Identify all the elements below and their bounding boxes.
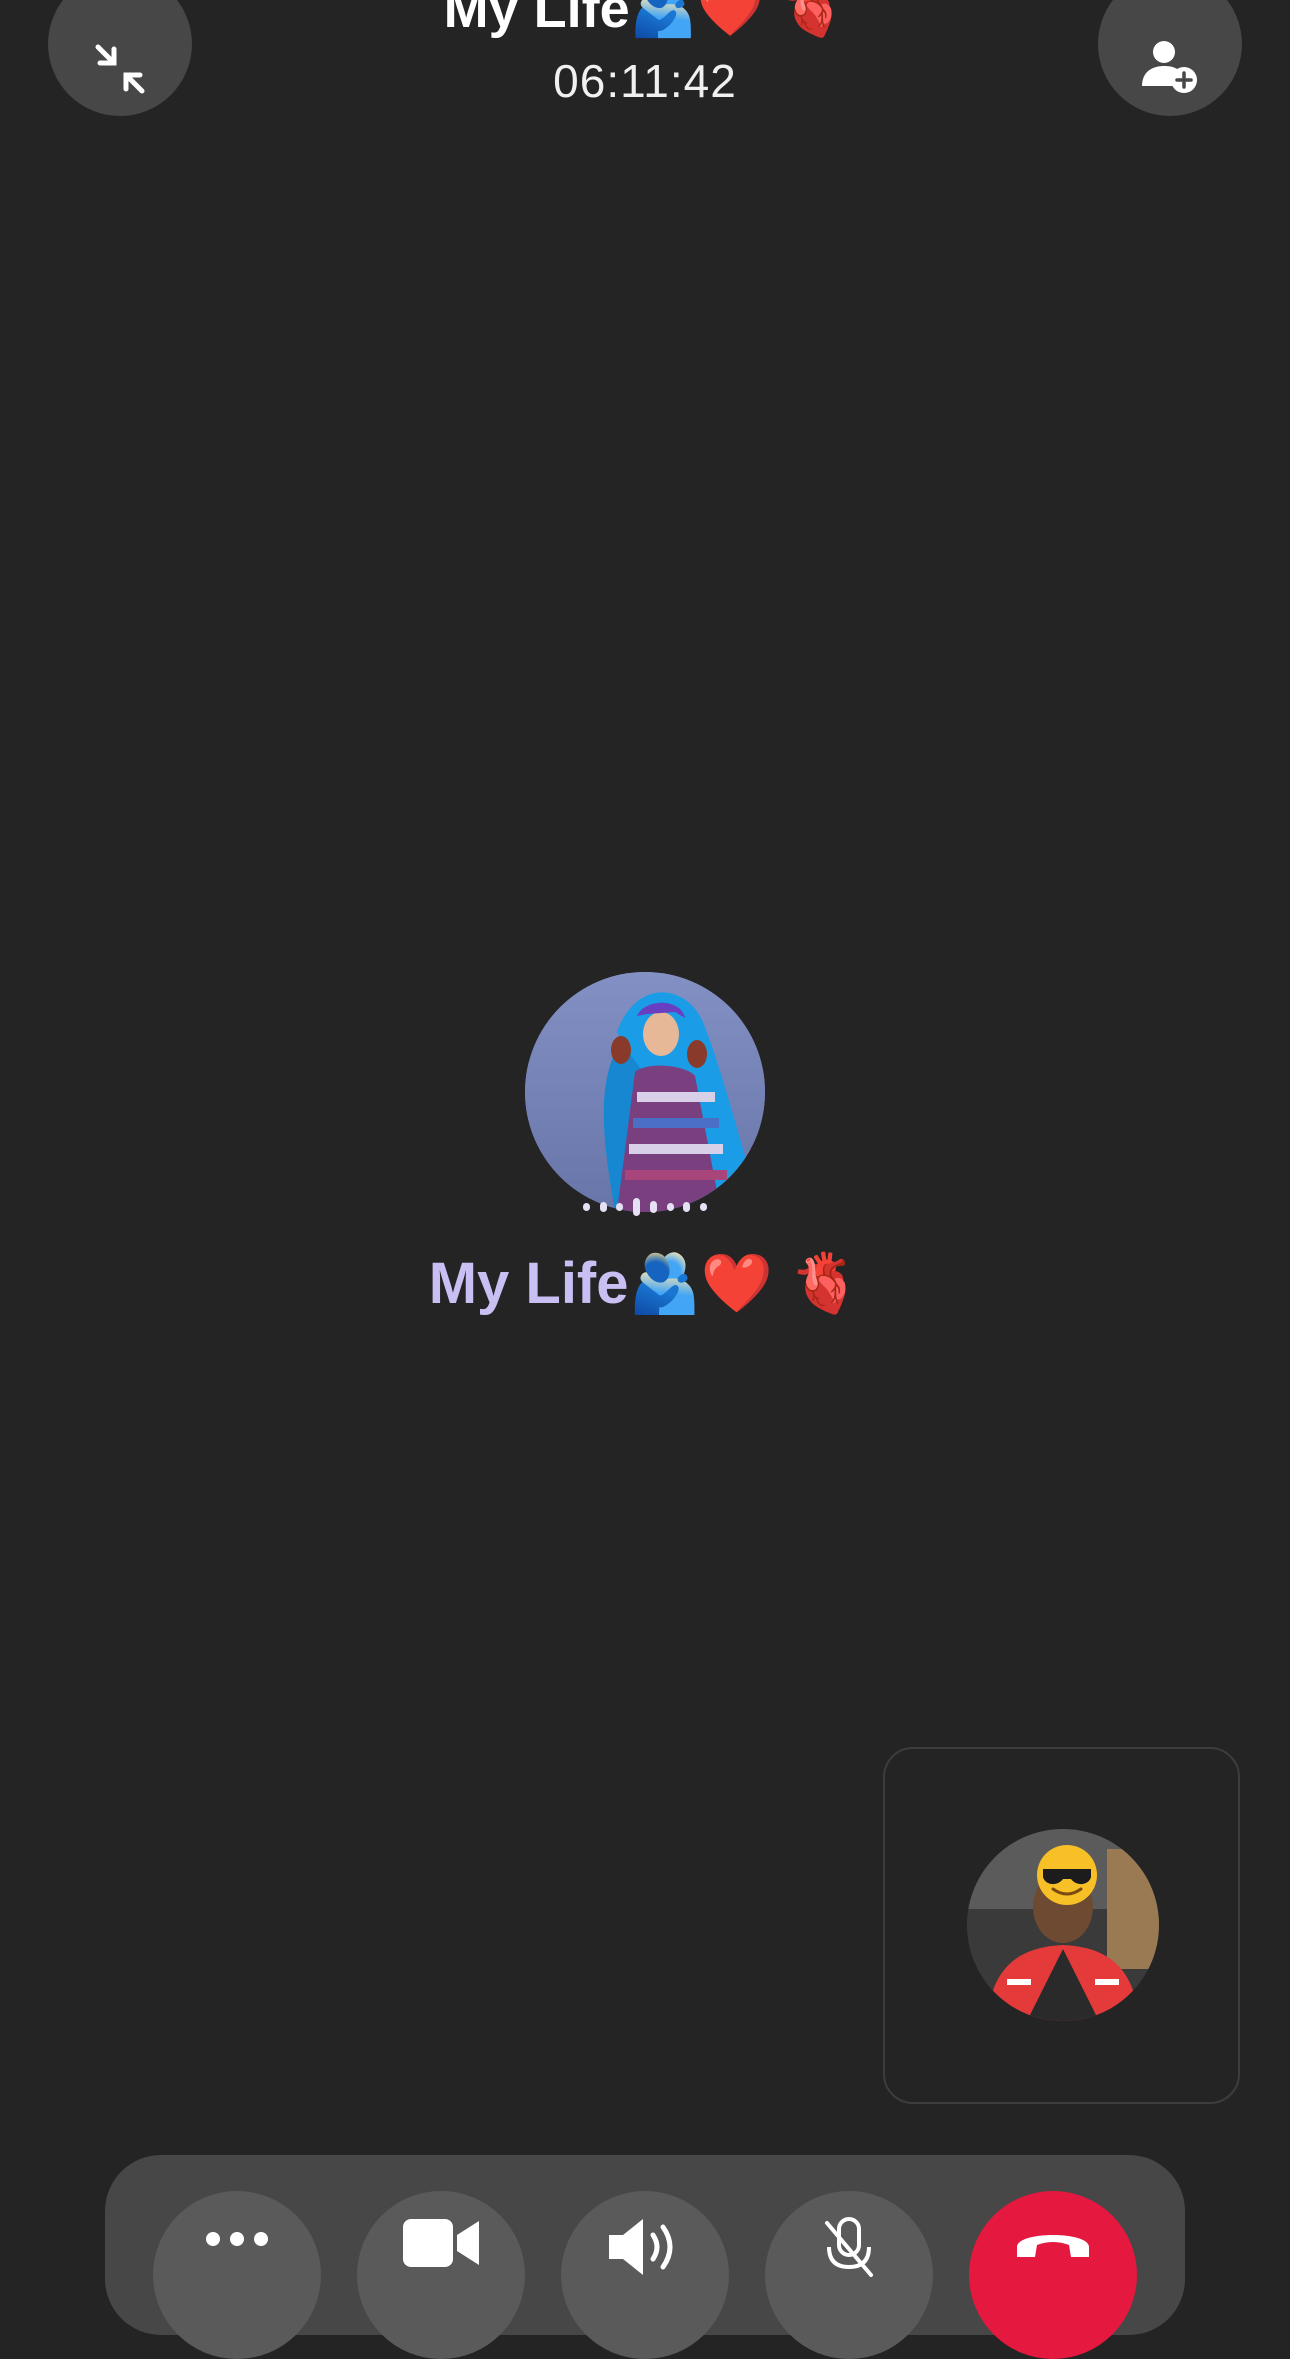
more-dots-icon xyxy=(206,2232,268,2246)
add-person-icon xyxy=(1142,41,1197,93)
call-controls-bar xyxy=(105,2155,1185,2359)
end-call-icon xyxy=(1017,2235,1089,2257)
self-view-tile[interactable] xyxy=(883,1747,1240,2104)
callee-photo xyxy=(525,972,765,1212)
speaker-toggle-button[interactable] xyxy=(561,2191,729,2359)
callee-name: My Life🫂❤️ 🫀 xyxy=(428,1251,862,1316)
end-call-button[interactable] xyxy=(969,2191,1137,2359)
microphone-muted-icon xyxy=(825,2217,873,2277)
video-camera-icon xyxy=(403,2219,479,2267)
call-timer: 06:11:42 xyxy=(553,55,737,107)
mute-toggle-button[interactable] xyxy=(765,2191,933,2359)
self-photo xyxy=(967,1829,1159,2021)
speaking-indicator xyxy=(583,1196,707,1218)
self-avatar xyxy=(967,1829,1159,2021)
speaker-volume-icon xyxy=(609,2219,673,2275)
call-title: My Life🫂❤️ 🫀 xyxy=(443,0,847,39)
callee-avatar xyxy=(525,972,765,1212)
more-options-button[interactable] xyxy=(153,2191,321,2359)
video-toggle-button[interactable] xyxy=(357,2191,525,2359)
